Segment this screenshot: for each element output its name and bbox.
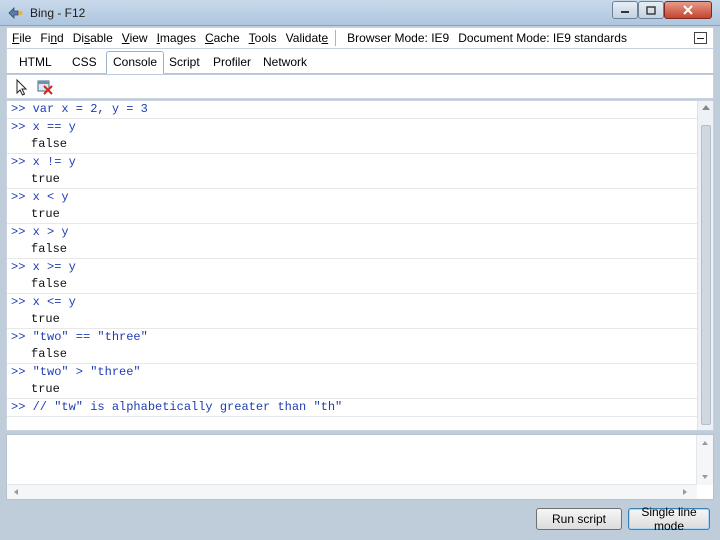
f12-tools-icon xyxy=(8,7,23,19)
bottom-bar: Run script Single line mode xyxy=(0,502,720,540)
console-entry: >> x != y true xyxy=(7,154,713,189)
input-vertical-scrollbar[interactable] xyxy=(696,435,713,485)
output-scrollbar[interactable] xyxy=(697,101,713,430)
select-element-icon[interactable] xyxy=(13,78,31,96)
single-line-mode-button[interactable]: Single line mode xyxy=(628,505,710,533)
scroll-up-arrow-icon[interactable] xyxy=(702,441,708,445)
tab-script[interactable]: Script xyxy=(163,53,206,74)
console-command: >> x != y xyxy=(11,155,76,169)
tab-bar: HTML CSS Console Script Profiler Network xyxy=(6,49,714,74)
console-entry: >> // "tw" is alphabetically greater tha… xyxy=(7,399,713,417)
menu-find[interactable]: Find xyxy=(35,31,67,45)
menu-images[interactable]: Images xyxy=(152,31,200,45)
menu-cache[interactable]: Cache xyxy=(200,31,244,45)
tab-network[interactable]: Network xyxy=(257,53,313,74)
console-result: false xyxy=(31,347,68,361)
close-button[interactable] xyxy=(664,1,712,19)
scroll-down-arrow-icon[interactable] xyxy=(702,475,708,479)
console-command: >> // "tw" is alphabetically greater tha… xyxy=(11,400,343,414)
menu-validate[interactable]: Validate xyxy=(281,31,333,45)
console-result: false xyxy=(31,242,68,256)
tab-css[interactable]: CSS xyxy=(66,53,103,74)
clear-console-icon[interactable] xyxy=(36,78,54,96)
script-input-area xyxy=(6,434,714,500)
console-toolbar xyxy=(6,75,714,99)
console-command: >> x < y xyxy=(11,190,69,204)
window-title: Bing - F12 xyxy=(30,6,86,20)
console-result: true xyxy=(31,172,60,186)
scroll-up-arrow-icon[interactable] xyxy=(702,105,710,110)
menu-bar: File Find Disable View Images Cache Tools Valid… xyxy=(6,27,714,49)
console-result: false xyxy=(31,137,68,151)
console-result: true xyxy=(31,382,60,396)
unpin-window-icon[interactable] xyxy=(694,32,707,44)
title-bar: Bing - F12 xyxy=(0,0,720,26)
menu-file[interactable]: File xyxy=(7,31,35,45)
script-input[interactable] xyxy=(9,437,695,485)
tab-html[interactable]: HTML xyxy=(13,53,58,74)
menu-tools[interactable]: Tools xyxy=(244,31,281,45)
input-horizontal-scrollbar[interactable] xyxy=(7,484,697,499)
scroll-left-arrow-icon[interactable] xyxy=(14,489,18,495)
console-entry: >> var x = 2, y = 3 xyxy=(7,101,713,119)
console-result: true xyxy=(31,207,60,221)
document-mode-menu[interactable]: Document Mode: IE9 standards xyxy=(453,31,631,45)
console-command: >> x == y xyxy=(11,120,76,134)
console-result: true xyxy=(31,312,60,326)
maximize-button[interactable] xyxy=(638,1,664,19)
console-entry: >> "two" == "three" false xyxy=(7,329,713,364)
console-entry: >> x > y false xyxy=(7,224,713,259)
console-result: false xyxy=(31,277,68,291)
minimize-button[interactable] xyxy=(612,1,638,19)
console-entry: >> x == y false xyxy=(7,119,713,154)
scrollbar-thumb[interactable] xyxy=(701,125,711,425)
console-output: >> var x = 2, y = 3 >> x == y false >> x !=… xyxy=(6,100,714,431)
minimize-icon xyxy=(621,11,629,13)
console-command: >> var x = 2, y = 3 xyxy=(11,102,148,116)
console-command: >> "two" > "three" xyxy=(11,365,141,379)
console-command: >> x > y xyxy=(11,225,69,239)
console-entry: >> x >= y false xyxy=(7,259,713,294)
menu-separator xyxy=(335,30,337,46)
console-command: >> x >= y xyxy=(11,260,76,274)
tab-console[interactable]: Console xyxy=(106,51,165,74)
console-entry: >> "two" > "three" true xyxy=(7,364,713,399)
console-command: >> "two" == "three" xyxy=(11,330,148,344)
console-entry: >> x < y true xyxy=(7,189,713,224)
run-script-button[interactable]: Run script xyxy=(536,508,622,530)
browser-mode-menu[interactable]: Browser Mode: IE9 xyxy=(342,31,453,45)
maximize-icon xyxy=(646,5,656,15)
console-command: >> x <= y xyxy=(11,295,76,309)
console-entry: >> x <= y true xyxy=(7,294,713,329)
tab-profiler[interactable]: Profiler xyxy=(207,53,257,74)
menu-view[interactable]: View xyxy=(117,31,152,45)
scroll-right-arrow-icon[interactable] xyxy=(683,489,687,495)
menu-disable[interactable]: Disable xyxy=(68,31,117,45)
close-icon xyxy=(683,5,693,15)
